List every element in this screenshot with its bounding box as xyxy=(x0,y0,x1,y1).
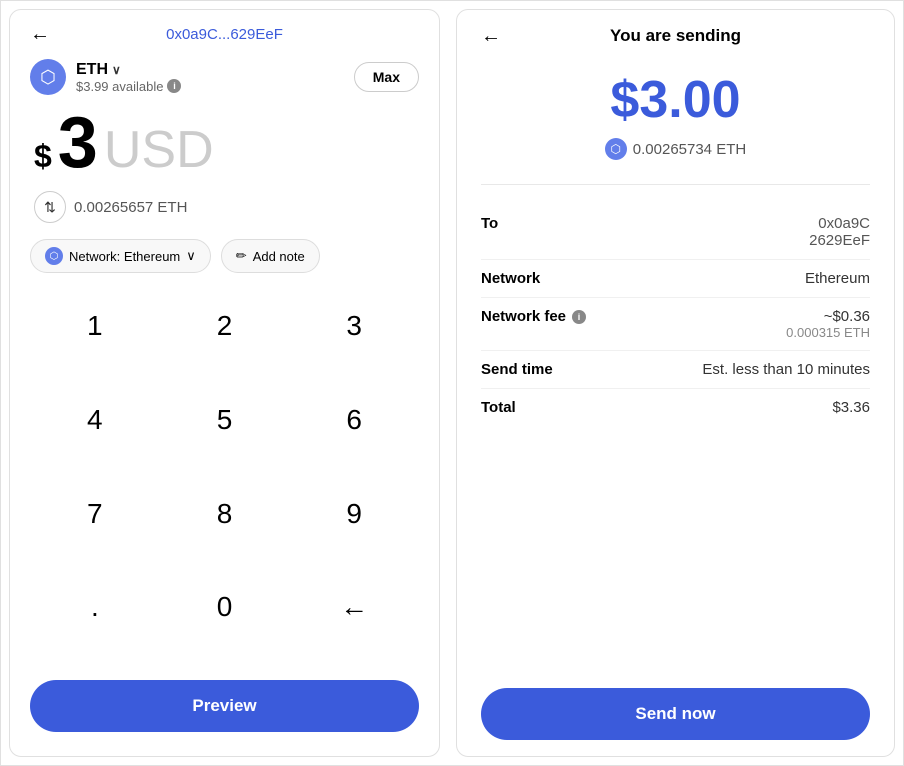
numpad-key-8[interactable]: 8 xyxy=(160,481,290,547)
numpad-key-7[interactable]: 7 xyxy=(30,481,160,547)
balance-info-icon[interactable]: i xyxy=(167,79,181,93)
network-button[interactable]: ⬡ Network: Ethereum ∨ xyxy=(30,239,211,273)
numpad-key-2[interactable]: 2 xyxy=(160,293,290,359)
token-name-label: ETH xyxy=(76,61,108,79)
swap-icon[interactable]: ⇅ xyxy=(34,191,66,223)
fee-info-icon[interactable]: i xyxy=(572,310,586,324)
back-button[interactable]: ← xyxy=(30,23,50,46)
to-address-line1: 0x0a9C xyxy=(809,215,870,232)
numpad-key-4[interactable]: 4 xyxy=(30,387,160,453)
balance-text: $3.99 available xyxy=(76,79,163,94)
token-row: ⬡ ETH ∨ $3.99 available i Max xyxy=(30,59,419,95)
token-chevron-icon: ∨ xyxy=(112,63,121,77)
fee-usd: ~$0.36 xyxy=(786,308,870,325)
divider xyxy=(481,184,870,185)
eth-icon: ⬡ xyxy=(30,59,66,95)
amount-number: 3 xyxy=(58,107,98,179)
numpad-key-3[interactable]: 3 xyxy=(289,293,419,359)
network-value: Ethereum xyxy=(805,270,870,287)
right-back-button[interactable]: ← xyxy=(481,25,501,48)
amount-currency: USD xyxy=(104,124,214,176)
numpad-key-5[interactable]: 5 xyxy=(160,387,290,453)
fee-value-block: ~$0.36 0.000315 ETH xyxy=(786,308,870,340)
fee-row: Network fee i ~$0.36 0.000315 ETH xyxy=(481,298,870,351)
max-button[interactable]: Max xyxy=(354,62,419,92)
pencil-icon: ✏ xyxy=(236,248,247,264)
send-eth-amount: 0.00265734 ETH xyxy=(633,141,746,158)
send-time-value: Est. less than 10 minutes xyxy=(702,361,870,378)
token-info: ⬡ ETH ∨ $3.99 available i xyxy=(30,59,181,95)
numpad: 1 2 3 4 5 6 7 8 9 . 0 ← xyxy=(30,293,419,668)
total-row: Total $3.36 xyxy=(481,389,870,426)
send-amount-eth: ⬡ 0.00265734 ETH xyxy=(481,138,870,160)
total-label: Total xyxy=(481,399,516,416)
numpad-key-backspace[interactable]: ← xyxy=(289,574,419,640)
to-row: To 0x0a9C 2629EeF xyxy=(481,205,870,260)
right-panel-inner: ← You are sending $3.00 ⬡ 0.00265734 ETH… xyxy=(481,26,870,740)
add-note-label: Add note xyxy=(253,249,305,264)
send-amount-usd: $3.00 xyxy=(481,70,870,130)
app-container: ← 0x0a9C...629EeF ⬡ ETH ∨ $3.99 availabl… xyxy=(0,0,904,766)
send-now-button[interactable]: Send now xyxy=(481,688,870,740)
token-balance: $3.99 available i xyxy=(76,79,181,94)
send-eth-icon: ⬡ xyxy=(605,138,627,160)
total-value: $3.36 xyxy=(832,399,870,416)
network-label: Network xyxy=(481,270,540,287)
you-are-sending-title: You are sending xyxy=(610,26,741,46)
numpad-key-dot[interactable]: . xyxy=(30,574,160,640)
wallet-address[interactable]: 0x0a9C...629EeF xyxy=(166,26,283,43)
numpad-key-6[interactable]: 6 xyxy=(289,387,419,453)
numpad-key-0[interactable]: 0 xyxy=(160,574,290,640)
send-panel: ← 0x0a9C...629EeF ⬡ ETH ∨ $3.99 availabl… xyxy=(9,9,440,757)
numpad-key-9[interactable]: 9 xyxy=(289,481,419,547)
to-label: To xyxy=(481,215,498,232)
add-note-button[interactable]: ✏ Add note xyxy=(221,239,320,273)
detail-rows: To 0x0a9C 2629EeF Network Ethereum Netwo… xyxy=(481,205,870,688)
fee-eth: 0.000315 ETH xyxy=(786,325,870,340)
token-details: ETH ∨ $3.99 available i xyxy=(76,61,181,94)
right-header: ← You are sending xyxy=(481,26,870,46)
confirm-panel: ← You are sending $3.00 ⬡ 0.00265734 ETH… xyxy=(456,9,895,757)
dollar-sign: $ xyxy=(34,138,52,175)
send-time-label: Send time xyxy=(481,361,553,378)
network-eth-icon: ⬡ xyxy=(45,247,63,265)
eth-amount-text: 0.00265657 ETH xyxy=(74,199,187,216)
to-address-line2: 2629EeF xyxy=(809,232,870,249)
left-header: ← 0x0a9C...629EeF xyxy=(30,26,419,43)
numpad-key-1[interactable]: 1 xyxy=(30,293,160,359)
token-name-row[interactable]: ETH ∨ xyxy=(76,61,181,79)
send-time-row: Send time Est. less than 10 minutes xyxy=(481,351,870,389)
controls-row: ⬡ Network: Ethereum ∨ ✏ Add note xyxy=(30,239,419,273)
network-row: Network Ethereum xyxy=(481,260,870,298)
preview-button[interactable]: Preview xyxy=(30,680,419,732)
to-address-block: 0x0a9C 2629EeF xyxy=(809,215,870,249)
fee-label: Network fee xyxy=(481,308,566,325)
fee-label-block: Network fee i xyxy=(481,308,586,325)
amount-display: $ 3 USD xyxy=(30,107,419,179)
network-chevron-icon: ∨ xyxy=(186,248,196,264)
network-label: Network: Ethereum xyxy=(69,249,180,264)
eth-amount-row: ⇅ 0.00265657 ETH xyxy=(30,191,419,223)
